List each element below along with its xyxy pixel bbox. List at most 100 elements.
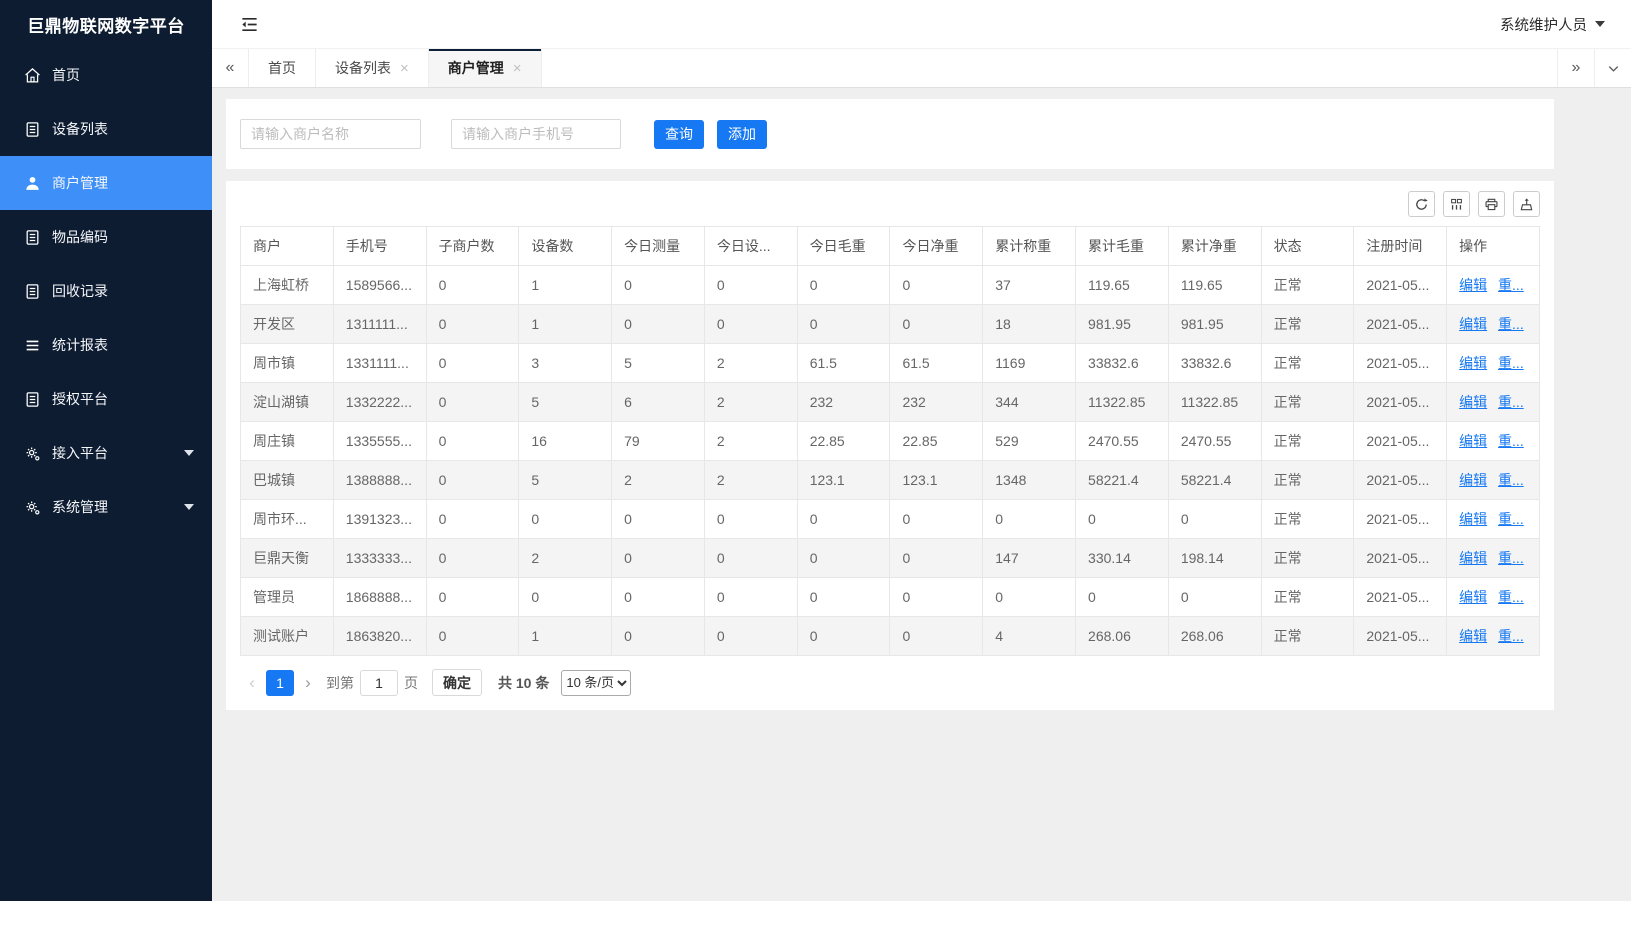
tabs-dropdown-button[interactable] (1594, 49, 1631, 87)
reset-link[interactable]: 重... (1498, 355, 1524, 371)
tab[interactable]: 商户管理 × (429, 49, 542, 87)
cell-phone: 1388888... (333, 461, 426, 500)
column-header[interactable]: 今日测量 (612, 227, 705, 266)
tab-close-icon[interactable]: × (513, 60, 522, 77)
sidebar-item[interactable]: 授权平台 (0, 372, 212, 426)
cell-today-measure: 0 (612, 305, 705, 344)
reset-link[interactable]: 重... (1498, 316, 1524, 332)
cell-devices: 1 (519, 266, 612, 305)
column-header[interactable]: 状态 (1261, 227, 1354, 266)
home-icon (24, 67, 41, 84)
cell-merchant: 测试账户 (241, 617, 334, 656)
cell-status: 正常 (1261, 305, 1354, 344)
reset-link[interactable]: 重... (1498, 589, 1524, 605)
column-header[interactable]: 注册时间 (1354, 227, 1447, 266)
sidebar-item[interactable]: 设备列表 (0, 102, 212, 156)
toolbar-button[interactable] (1443, 191, 1470, 217)
edit-link[interactable]: 编辑 (1459, 394, 1487, 410)
column-header[interactable]: 设备数 (519, 227, 612, 266)
cell-today-gross: 22.85 (797, 422, 890, 461)
toolbar-button[interactable] (1513, 191, 1540, 217)
add-button[interactable]: 添加 (717, 120, 767, 149)
cell-reg-time: 2021-05... (1354, 383, 1447, 422)
query-button[interactable]: 查询 (654, 120, 704, 149)
cell-today-measure: 0 (612, 617, 705, 656)
column-header[interactable]: 今日设... (704, 227, 797, 266)
sidebar-item[interactable]: 回收记录 (0, 264, 212, 318)
column-header[interactable]: 累计净重 (1168, 227, 1261, 266)
cell-devices: 16 (519, 422, 612, 461)
cell-status: 正常 (1261, 422, 1354, 461)
reset-link[interactable]: 重... (1498, 277, 1524, 293)
sidebar-item[interactable]: 系统管理 (0, 480, 212, 534)
cell-total-gross: 0 (1076, 500, 1169, 539)
column-header[interactable]: 子商户数 (426, 227, 519, 266)
edit-link[interactable]: 编辑 (1459, 628, 1487, 644)
cell-phone: 1391323... (333, 500, 426, 539)
toolbar-button[interactable] (1408, 191, 1435, 217)
reset-link[interactable]: 重... (1498, 394, 1524, 410)
tab[interactable]: 设备列表 × (316, 49, 429, 87)
merchant-table: 商户 手机号 子商户数 设备数 今日测量 今日设... (240, 226, 1540, 656)
sidebar-item[interactable]: 统计报表 (0, 318, 212, 372)
column-header[interactable]: 手机号 (333, 227, 426, 266)
merchant-name-input[interactable] (240, 119, 421, 149)
cell-actions: 编辑 重... (1447, 539, 1540, 578)
cell-today-net: 0 (890, 500, 983, 539)
tab-label: 首页 (268, 58, 296, 78)
list-icon (24, 391, 41, 408)
tabs-scroll-right-button[interactable]: » (1557, 49, 1594, 87)
reset-link[interactable]: 重... (1498, 550, 1524, 566)
column-header[interactable]: 操作 (1447, 227, 1540, 266)
caret-down-icon (184, 504, 194, 510)
cell-total-weigh: 18 (983, 305, 1076, 344)
edit-link[interactable]: 编辑 (1459, 472, 1487, 488)
column-header[interactable]: 今日净重 (890, 227, 983, 266)
reset-link[interactable]: 重... (1498, 628, 1524, 644)
prev-page-button[interactable]: ‹ (240, 673, 264, 693)
cell-today-measure: 0 (612, 500, 705, 539)
column-header[interactable]: 今日毛重 (797, 227, 890, 266)
user-menu[interactable]: 系统维护人员 (1500, 14, 1605, 35)
cell-status: 正常 (1261, 266, 1354, 305)
page-number-input[interactable] (360, 670, 398, 696)
edit-link[interactable]: 编辑 (1459, 589, 1487, 605)
tab[interactable]: 首页 × (249, 49, 316, 87)
sidebar-item-label: 回收记录 (52, 281, 108, 301)
edit-link[interactable]: 编辑 (1459, 316, 1487, 332)
reset-link[interactable]: 重... (1498, 472, 1524, 488)
cell-status: 正常 (1261, 539, 1354, 578)
cell-sub-merchants: 0 (426, 461, 519, 500)
cell-today-measure: 5 (612, 344, 705, 383)
tab-label: 商户管理 (448, 58, 504, 78)
column-header[interactable]: 商户 (241, 227, 334, 266)
cell-total-gross: 268.06 (1076, 617, 1169, 656)
toolbar-button[interactable] (1478, 191, 1505, 217)
next-page-button[interactable]: › (296, 673, 320, 693)
edit-link[interactable]: 编辑 (1459, 433, 1487, 449)
sidebar-collapse-button[interactable] (240, 15, 259, 34)
tabs-scroll-left-button[interactable]: « (212, 49, 249, 87)
cell-status: 正常 (1261, 383, 1354, 422)
edit-link[interactable]: 编辑 (1459, 511, 1487, 527)
sidebar-item[interactable]: 商户管理 (0, 156, 212, 210)
reset-link[interactable]: 重... (1498, 511, 1524, 527)
column-header[interactable]: 累计称重 (983, 227, 1076, 266)
reset-link[interactable]: 重... (1498, 433, 1524, 449)
merchant-phone-input[interactable] (451, 119, 621, 149)
current-page-button[interactable]: 1 (266, 670, 294, 696)
edit-link[interactable]: 编辑 (1459, 277, 1487, 293)
sidebar-item[interactable]: 首页 (0, 48, 212, 102)
edit-link[interactable]: 编辑 (1459, 355, 1487, 371)
confirm-page-button[interactable]: 确定 (432, 669, 482, 696)
cell-actions: 编辑 重... (1447, 461, 1540, 500)
edit-link[interactable]: 编辑 (1459, 550, 1487, 566)
cell-actions: 编辑 重... (1447, 617, 1540, 656)
cell-total-weigh: 37 (983, 266, 1076, 305)
column-header[interactable]: 累计毛重 (1076, 227, 1169, 266)
page-size-select[interactable]: 10 条/页 (561, 670, 631, 696)
table-toolbar (240, 191, 1540, 217)
sidebar-item[interactable]: 接入平台 (0, 426, 212, 480)
sidebar-item[interactable]: 物品编码 (0, 210, 212, 264)
tab-close-icon[interactable]: × (400, 60, 409, 77)
